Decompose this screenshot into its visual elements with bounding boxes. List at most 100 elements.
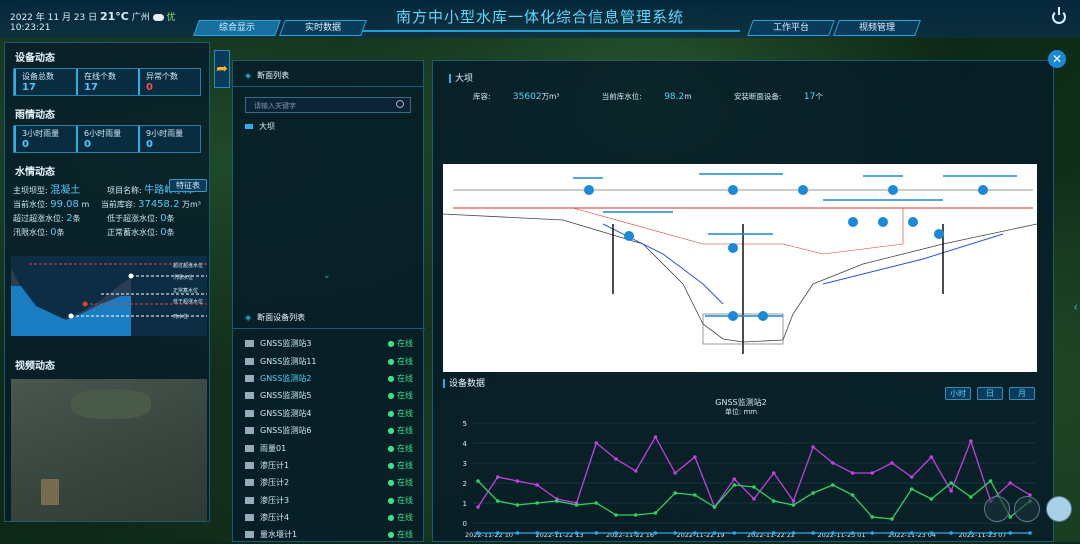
- data-point: [890, 517, 894, 521]
- device-status: 在线: [387, 408, 413, 419]
- device-row[interactable]: GNSS监测站4 在线: [233, 405, 425, 422]
- device-row[interactable]: GNSS监测站6 在线: [233, 422, 425, 439]
- device-row[interactable]: 渗压计3 在线: [233, 492, 425, 509]
- device-name: GNSS监测站5: [260, 391, 312, 401]
- tab-overview[interactable]: 综合显示: [193, 20, 281, 36]
- section-list-title: 断面列表: [233, 61, 423, 87]
- data-point: [791, 503, 796, 507]
- data-point: [653, 531, 658, 535]
- tab-realtime[interactable]: 实时数据: [279, 20, 367, 36]
- data-point: [929, 455, 934, 459]
- data-point: [693, 493, 697, 497]
- chevron-down-icon[interactable]: ⌄: [323, 271, 331, 281]
- y-tick-label: 2: [463, 480, 467, 488]
- data-point: [653, 435, 658, 439]
- data-point: [870, 531, 875, 535]
- data-point: [495, 499, 500, 503]
- device-icon: [245, 514, 254, 522]
- data-point: [712, 531, 717, 535]
- data-point: [969, 531, 973, 535]
- data-point: [771, 531, 776, 535]
- device-line-chart: GNSS监测站2 单位: mm 0 1 2 3 4 5 2022-11-22 10 2022-…: [463, 397, 1035, 539]
- collapse-left-arrow-icon[interactable]: ➦: [214, 50, 230, 88]
- search-input[interactable]: 请输入关键字: [245, 97, 411, 113]
- data-point: [594, 501, 599, 505]
- dam-cross-section-drawing: [442, 164, 1038, 372]
- video-feed[interactable]: [11, 379, 207, 521]
- device-row[interactable]: 渗压计4 在线: [233, 509, 425, 526]
- y-tick-label: 0: [463, 520, 467, 528]
- data-point: [732, 531, 737, 535]
- water-level-profile: 超过超涨水位 汛限水位 正常蓄水位 低于超涨水位 死水位: [11, 256, 207, 336]
- device-row[interactable]: 雨量01 在线: [233, 439, 425, 456]
- map-control-3-icon[interactable]: [1046, 496, 1072, 522]
- device-name: GNSS监测站2: [260, 373, 312, 383]
- data-point: [811, 445, 815, 449]
- data-point: [831, 461, 835, 465]
- data-point: [633, 469, 638, 473]
- water-row-3: 超过超涨水位: 2条 低于超涨水位: 0条: [13, 213, 175, 224]
- map-control-1-icon[interactable]: [984, 496, 1010, 522]
- data-point: [929, 497, 934, 501]
- water-title: 水情动态: [15, 167, 55, 178]
- data-point: [929, 531, 934, 535]
- series-line: [477, 435, 1031, 509]
- device-row[interactable]: GNSS监测站5 在线: [233, 387, 425, 404]
- device-icon: [245, 340, 254, 348]
- chevron-right-icon[interactable]: ‹: [1073, 300, 1078, 314]
- rain-stats: 3小时雨量 0 6小时雨量 0 9小时雨量 0: [13, 125, 201, 153]
- data-point: [535, 501, 539, 505]
- y-tick-label: 3: [463, 460, 467, 468]
- device-row[interactable]: GNSS监测站11 在线: [233, 352, 425, 369]
- tab-video[interactable]: 视频管理: [833, 20, 921, 36]
- device-data-title: 设备数据: [443, 376, 485, 389]
- data-point: [890, 531, 894, 535]
- x-tick-label: 2022-11-22 19: [676, 531, 724, 539]
- device-list: 断面设备列表 GNSS监测站3在线GNSS监测站11在线GNSS监测站2在线GN…: [233, 303, 425, 544]
- data-point: [949, 489, 953, 493]
- chart-title: GNSS监测站2: [715, 397, 766, 407]
- equip-title: 设备动态: [15, 53, 55, 64]
- data-point: [555, 531, 559, 535]
- device-row[interactable]: 量水堰计1 在线: [233, 526, 425, 543]
- data-point: [909, 487, 914, 491]
- device-icon: [245, 427, 254, 435]
- data-point: [988, 479, 993, 483]
- map-control-2-icon[interactable]: [1014, 496, 1040, 522]
- stat-total: 设备总数 17: [14, 69, 76, 95]
- left-panel: 设备动态 设备总数 17 在线个数 17 异常个数 0 雨情动态 3小时雨量 0 6小时…: [4, 42, 210, 522]
- feature-table-button[interactable]: 特征表: [169, 179, 207, 192]
- device-icon: [245, 357, 254, 365]
- data-point: [870, 471, 875, 475]
- device-name: GNSS监测站11: [260, 356, 317, 366]
- profile-label-4: 低于超涨水位: [173, 298, 203, 305]
- data-point: [495, 475, 500, 479]
- device-row[interactable]: 渗压计1 在线: [233, 457, 425, 474]
- section-title: 大坝: [449, 71, 473, 84]
- main-panel: 大坝 库容: 35602万m³ 当前库水位: 98.2m 安装断面设备: 17个…: [432, 60, 1054, 542]
- device-status: 在线: [387, 495, 413, 506]
- device-name: GNSS监测站3: [260, 339, 312, 349]
- search-icon: [396, 100, 404, 108]
- data-point: [850, 471, 855, 475]
- power-icon[interactable]: [1052, 7, 1066, 24]
- rain-3h: 3小时雨量 0: [14, 126, 76, 152]
- data-point: [831, 483, 835, 487]
- data-point: [515, 531, 520, 535]
- x-tick-label: 2022-11-23 07: [958, 531, 1006, 539]
- section-item-dam[interactable]: 大坝: [245, 121, 423, 132]
- data-point: [949, 481, 953, 485]
- device-list-title: 断面设备列表: [233, 303, 425, 329]
- section-panel: 断面列表 请输入关键字 大坝 ⌄ 断面设备列表 GNSS监测站3在线GNSS监测…: [232, 60, 425, 544]
- page-title: 南方中小型水库一体化综合信息管理系统: [340, 6, 740, 32]
- tab-workbench[interactable]: 工作平台: [747, 20, 835, 36]
- device-status: 在线: [387, 338, 413, 349]
- data-point: [476, 479, 480, 483]
- device-row[interactable]: 渗压计2 在线: [233, 474, 425, 491]
- device-status: 在线: [387, 356, 413, 367]
- device-row[interactable]: GNSS监测站2 在线: [233, 370, 425, 387]
- device-row[interactable]: GNSS监测站3 在线: [233, 335, 425, 352]
- close-icon[interactable]: ✕: [1048, 50, 1066, 68]
- rain-6h: 6小时雨量 0: [76, 126, 138, 152]
- device-name: GNSS监测站6: [260, 426, 312, 436]
